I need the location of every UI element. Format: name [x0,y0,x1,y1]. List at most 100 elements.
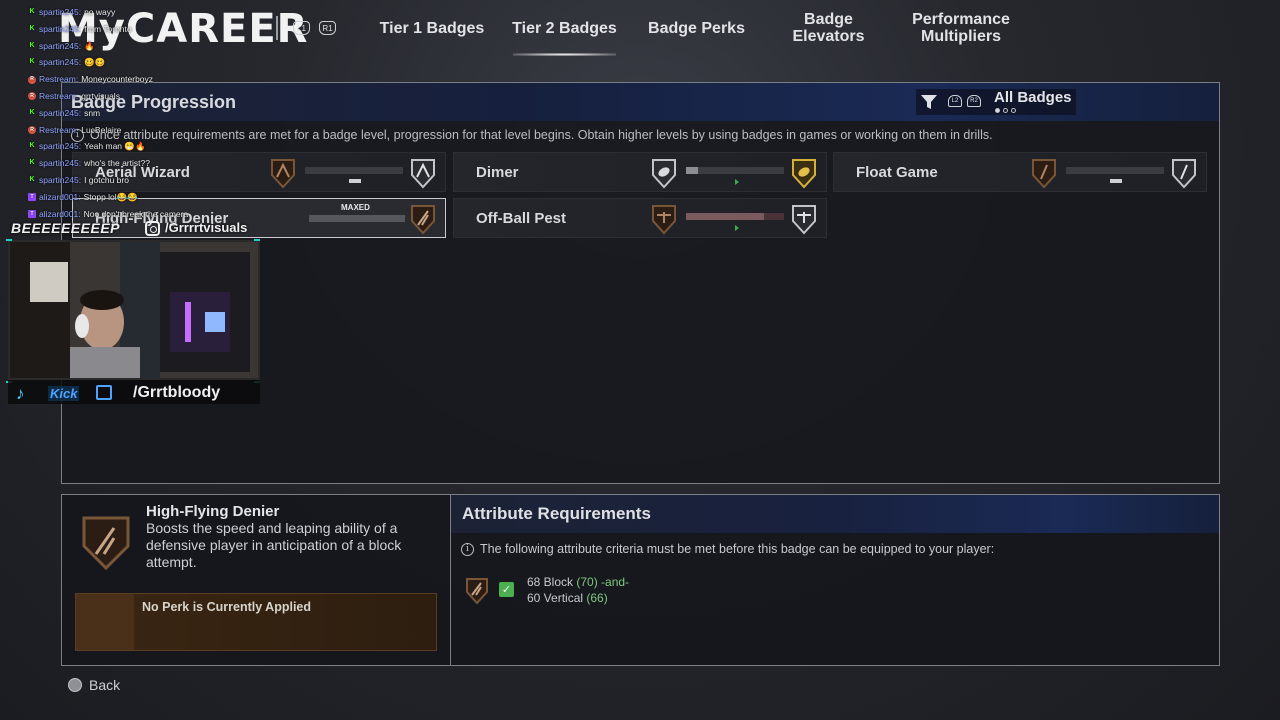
progress-marker [735,225,739,231]
twitch-icon [96,385,112,400]
badge-name: Float Game [856,164,938,181]
instagram-icon [145,221,160,236]
streamer-name: BEEEEEEEEEP [11,220,120,236]
twitch-handle: /Grrtbloody [133,384,221,401]
current-level-marker [1110,179,1122,183]
kick-logo: Kick [48,386,80,401]
next-level-badge-icon [411,159,435,189]
chat-message: R Restream: grrtvisuals [28,88,268,105]
chat-username: Restream: [39,90,79,101]
chat-text: who's the artist?? [84,158,150,169]
silver-badge-icon [652,159,676,189]
chat-username: spartin245: [39,158,82,169]
chat-username: Restream: [39,124,79,135]
kick-icon: K [29,8,35,15]
tiktok-icon: ♪ [16,384,25,403]
requirements-info: i The following attribute criteria must … [461,542,994,556]
bronze-badge-icon [652,205,676,235]
info-icon: i [461,542,474,556]
tab-badge-elevators[interactable]: Badge Elevators [780,0,877,56]
progress-fill [686,213,765,220]
r2-trigger-icon: R2 [967,95,981,107]
chat-text: Stopp lol😂😂 [83,191,138,202]
selected-badge-description: Boosts the speed and leaping ability of … [146,520,402,570]
tab-badge-perks[interactable]: Badge Perks [640,0,753,56]
gold-badge-icon [792,159,816,189]
chat-username: spartin245: [39,40,82,51]
maxed-label: MAXED [341,203,370,212]
l1-bumper-icon[interactable]: L1 [293,21,310,35]
progress-marker [735,179,739,185]
r1-bumper-icon[interactable]: R1 [319,21,336,35]
kick-icon: K [29,58,35,66]
current-level-marker [349,179,361,183]
bronze-badge-icon [1032,159,1056,189]
kick-icon: K [29,41,35,49]
perk-slot-icon [76,594,134,650]
frame-corner [6,239,12,241]
chat-message: Kspartin245: no wayy [28,4,268,21]
perk-status: No Perk is Currently Applied [142,600,312,614]
progress-fill [309,215,405,222]
filter-icon[interactable] [920,93,938,111]
chat-message: R Restream: Moneycounterboyz [28,71,268,88]
chat-text: from Toronto [84,23,132,34]
back-button[interactable]: Back [68,677,120,693]
badge-card-float-game[interactable]: Float Game [833,152,1207,192]
requirement-badge-icon [466,578,488,605]
requirements-info-text: The following attribute criteria must be… [480,542,995,556]
chat-text: snm [84,107,101,118]
l2-trigger-icon: L2 [948,95,962,107]
page-dot [995,108,1000,113]
selected-badge-icon [82,516,130,571]
tab-performance-multipliers[interactable]: Performance Multipliers [898,0,1024,56]
page-dots [995,108,1016,113]
chat-message: Kspartin245: I gotchu bro [28,172,268,189]
restream-icon: R [28,75,36,84]
page-dot [1003,108,1008,113]
restream-icon: R [28,125,36,134]
chat-username: alizard001: [39,191,81,202]
chat-message: Kspartin245: Yeah man 😁🔥 [28,138,268,155]
chat-text: LucBelaire [81,124,122,135]
chat-message: Kspartin245: 🥴🥴 [28,54,268,71]
kick-icon: K [29,159,35,167]
chat-message: Kspartin245: 🔥 [28,38,268,55]
chat-text: 🔥 [84,40,95,51]
requirement-met-check-icon: ✓ [499,582,514,597]
stream-chat: Kspartin245: no wayy Kspartin245: from Toro… [28,4,268,222]
chat-username: Restream: [39,74,79,85]
frame-corner [254,239,260,241]
logo-separator [276,16,278,40]
chat-text: no wayy [84,7,116,17]
chat-text: Moneycounterboyz [81,74,154,85]
badge-card-off-ball-pest[interactable]: Off-Ball Pest [453,198,827,238]
kick-icon: K [29,142,35,150]
chat-message: Kspartin245: who's the artist?? [28,155,268,172]
chat-username: spartin245: [39,7,82,17]
selected-badge-name: High-Flying Denier [146,503,280,520]
badge-progress-bar [305,167,403,174]
webcam-feed [8,240,260,380]
badge-card-dimer[interactable]: Dimer [453,152,827,192]
badge-progress-bar [686,213,784,220]
requirement-block: 68 Block (70) -and- [527,575,630,589]
requirements-title: Attribute Requirements [462,504,651,523]
chat-username: spartin245: [39,23,82,34]
tab-tier-1-badges[interactable]: Tier 1 Badges [372,0,492,56]
chat-message: Kspartin245: snm [28,105,268,122]
instagram-handle: /Grrrrtvisuals [165,220,248,235]
circle-button-icon [68,678,82,692]
badge-progress-bar [686,167,784,174]
twitch-icon: T [28,209,36,218]
chat-text: Yeah man 😁🔥 [84,141,146,152]
chat-username: spartin245: [39,141,82,152]
filter-label[interactable]: All Badges [994,89,1072,106]
page-dot [1011,108,1016,113]
bronze-badge-icon [411,205,435,235]
chat-message: R Restream: LucBelaire [28,122,268,139]
twitch-icon: T [28,193,36,202]
chat-text: 🥴🥴 [84,57,106,68]
tab-tier-2-badges[interactable]: Tier 2 Badges [503,0,626,56]
kick-icon: K [29,175,35,183]
